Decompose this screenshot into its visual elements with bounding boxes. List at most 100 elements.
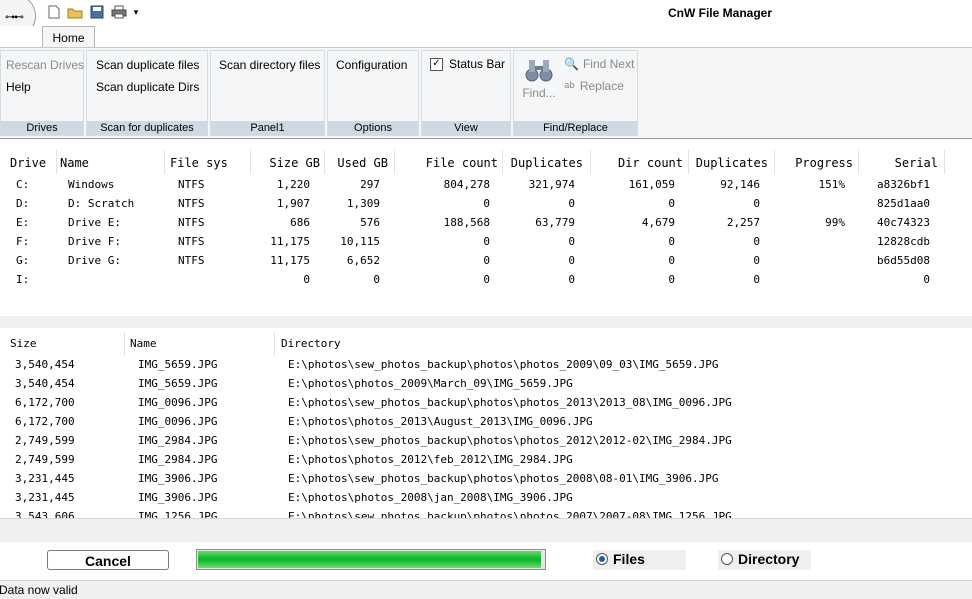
file-cell: IMG_1256.JPG	[138, 510, 218, 518]
drive-column-header[interactable]: Used GB	[330, 156, 388, 170]
column-separator[interactable]	[164, 150, 165, 174]
tab-home[interactable]: Home	[42, 26, 95, 48]
drive-cell: 0	[568, 254, 575, 267]
drive-column-header[interactable]: Dir count	[595, 156, 683, 170]
drive-cell: 12828cdb	[877, 235, 930, 248]
column-separator[interactable]	[394, 150, 395, 174]
file-row[interactable]: 2,749,599 IMG_2984.JPG E:\photos\photos_20…	[4, 451, 968, 469]
horizontal-scrollbar[interactable]	[0, 518, 972, 542]
drive-column-header[interactable]: Size GB	[250, 156, 320, 170]
drive-cell: 1,220	[276, 178, 310, 191]
drive-column-header[interactable]: Serial	[865, 156, 938, 170]
file-row[interactable]: 3,543,606 IMG_1256.JPG E:\photos\sew_photo…	[4, 508, 968, 518]
file-row[interactable]: 2,749,599 IMG_2984.JPG E:\photos\sew_photo…	[4, 432, 968, 450]
find-next-button[interactable]: 🔍 Find Next	[564, 57, 634, 71]
status-bar: Data now valid	[0, 580, 972, 599]
file-row[interactable]: 6,172,700 IMG_0096.JPG E:\photos\sew_photo…	[4, 394, 968, 412]
drive-column-header[interactable]: Drive	[10, 156, 54, 170]
drive-cell: 321,974	[528, 178, 575, 191]
file-cell: E:\photos\sew_photos_backup\photos\photo…	[288, 396, 732, 409]
drive-cell: 825d1aa0	[877, 197, 930, 210]
radio-selected-icon[interactable]	[596, 553, 608, 565]
drive-cell: E:	[16, 216, 30, 229]
drive-cell: D: Scratch	[68, 197, 135, 210]
drive-cell: 0	[568, 273, 575, 286]
drive-column-header[interactable]: Duplicates	[690, 156, 768, 170]
find-button[interactable]: Find...	[521, 57, 557, 100]
directory-radio-label: Directory	[738, 551, 800, 567]
drive-cell: 297	[360, 178, 380, 191]
file-row[interactable]: 3,231,445 IMG_3906.JPG E:\photos\photos_20…	[4, 489, 968, 507]
configuration-button[interactable]: Configuration	[336, 58, 407, 72]
radio-unselected-icon[interactable]	[721, 553, 733, 565]
drive-cell: 151%	[818, 178, 846, 191]
scan-duplicate-dirs-button[interactable]: Scan duplicate Dirs	[96, 80, 199, 94]
column-separator[interactable]	[688, 150, 689, 174]
ribbon-tab-row	[0, 26, 972, 48]
ribbon-group-view: ✓ Status Bar View	[421, 50, 511, 136]
drive-cell: 1,907	[276, 197, 310, 210]
replace-button[interactable]: ab Replace	[564, 79, 624, 93]
drive-cell: 2,257	[726, 216, 760, 229]
column-separator[interactable]	[56, 150, 57, 174]
file-cell: IMG_3906.JPG	[138, 472, 218, 485]
drive-cell: Drive G:	[68, 254, 121, 267]
drive-column-header[interactable]: Name	[60, 156, 160, 170]
file-row[interactable]: 3,231,445 IMG_3906.JPG E:\photos\sew_photo…	[4, 470, 968, 488]
column-separator[interactable]	[324, 150, 325, 174]
file-row[interactable]: 3,540,454 IMG_5659.JPG E:\photos\photos_20…	[4, 375, 968, 393]
drive-cell: 92,146	[720, 178, 760, 191]
find-next-label: Find Next	[582, 57, 635, 71]
file-cell: E:\photos\sew_photos_backup\photos\photo…	[288, 472, 719, 485]
group-label-drives: Drives	[1, 121, 83, 135]
file-cell: IMG_0096.JPG	[138, 396, 218, 409]
file-column-header[interactable]: Name	[130, 337, 157, 350]
scan-duplicate-files-button[interactable]: Scan duplicate files	[96, 58, 199, 72]
drive-cell: D:	[16, 197, 30, 210]
file-row[interactable]: 6,172,700 IMG_0096.JPG E:\photos\photos_20…	[4, 413, 968, 431]
column-separator[interactable]	[774, 150, 775, 174]
files-radio-option[interactable]: Files	[593, 550, 686, 570]
drive-column-header[interactable]: File count	[400, 156, 498, 170]
drive-cell: C:	[16, 178, 30, 191]
drive-cell: 4,679	[641, 216, 675, 229]
file-cell: E:\photos\photos_2013\August_2013\IMG_00…	[288, 415, 593, 428]
panel-splitter[interactable]	[0, 316, 972, 328]
file-column-header[interactable]: Directory	[281, 337, 341, 350]
drive-cell: 0	[753, 254, 760, 267]
file-cell: E:\photos\photos_2009\March_09\IMG_5659.…	[288, 377, 573, 390]
drive-cell: 0	[668, 197, 675, 210]
drive-cell: 0	[373, 273, 380, 286]
replace-icon: ab	[564, 81, 575, 91]
file-cell: 3,540,454	[15, 358, 75, 371]
drive-cell: 0	[668, 254, 675, 267]
scan-directory-files-button[interactable]: Scan directory files	[219, 58, 320, 72]
drive-column-header[interactable]: File sys	[170, 156, 250, 170]
file-row[interactable]: 3,540,454 IMG_5659.JPG E:\photos\sew_photo…	[4, 356, 968, 374]
replace-label: Replace	[579, 79, 624, 93]
drive-cell: NTFS	[178, 254, 205, 267]
help-button[interactable]: Help	[6, 80, 31, 94]
drive-cell: Drive E:	[68, 216, 121, 229]
file-column-header[interactable]: Size	[10, 337, 37, 350]
checkbox-checked-icon[interactable]: ✓	[430, 57, 443, 71]
drive-column-header[interactable]: Duplicates	[505, 156, 583, 170]
drive-cell: Windows	[68, 178, 115, 191]
cancel-button[interactable]: Cancel	[47, 550, 169, 570]
drive-cell: 0	[668, 273, 675, 286]
ribbon-group-drives: Rescan Drives Help Drives	[0, 50, 84, 136]
drive-cell: 0	[483, 273, 490, 286]
drive-cell: 11,175	[270, 254, 310, 267]
column-separator[interactable]	[944, 150, 945, 174]
column-separator[interactable]	[124, 332, 125, 356]
column-separator[interactable]	[502, 150, 503, 174]
column-separator[interactable]	[858, 150, 859, 174]
rescan-drives-button[interactable]: Rescan Drives	[6, 58, 84, 72]
drive-cell: 0	[753, 197, 760, 210]
column-separator[interactable]	[590, 150, 591, 174]
ribbon-group-panel1: Scan directory files Panel1	[210, 50, 325, 136]
column-separator[interactable]	[274, 332, 275, 356]
status-bar-toggle[interactable]: ✓ Status Bar	[430, 57, 505, 71]
directory-radio-option[interactable]: Directory	[718, 550, 811, 570]
drive-column-header[interactable]: Progress	[780, 156, 853, 170]
